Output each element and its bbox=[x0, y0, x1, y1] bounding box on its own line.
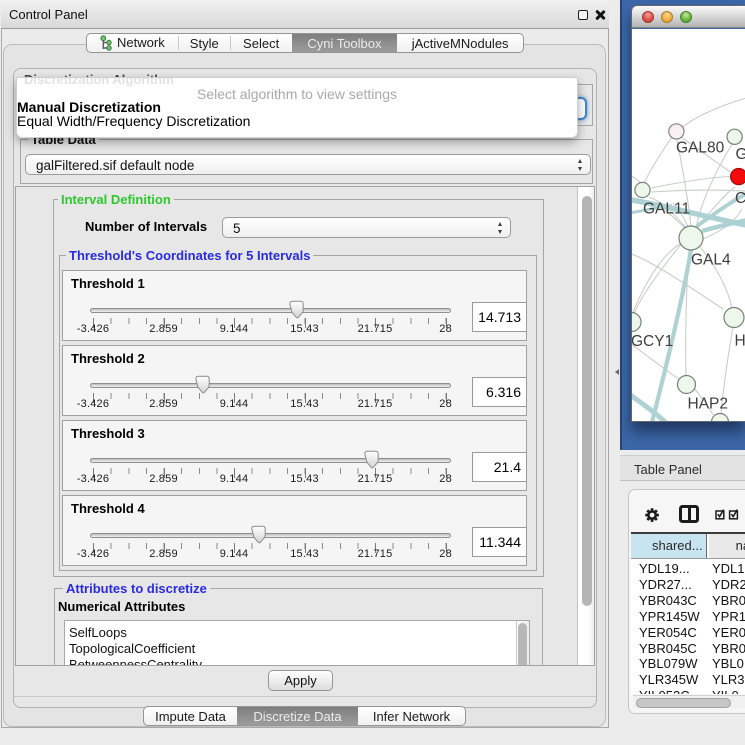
svg-text:GAL4: GAL4 bbox=[691, 252, 731, 269]
svg-text:HAP2: HAP2 bbox=[688, 396, 729, 413]
svg-text:C: C bbox=[735, 190, 745, 207]
svg-text:GAL11: GAL11 bbox=[643, 201, 690, 218]
svg-text:H: H bbox=[735, 333, 745, 350]
svg-text:GAL80: GAL80 bbox=[676, 140, 725, 157]
svg-text:GCY1: GCY1 bbox=[632, 333, 673, 350]
svg-text:GA: GA bbox=[736, 146, 745, 163]
